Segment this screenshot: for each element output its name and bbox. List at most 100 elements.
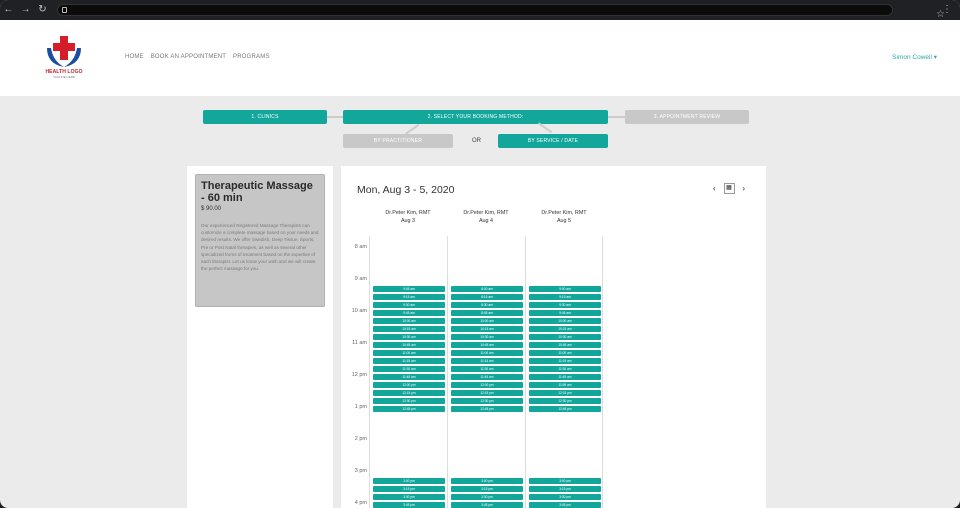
time-slot[interactable]: 11:30 am — [373, 366, 445, 373]
reload-icon[interactable]: ↻ — [34, 0, 51, 20]
time-slot[interactable]: 11:45 am — [373, 374, 445, 381]
time-slot[interactable]: 12:30 pm — [373, 398, 445, 405]
time-slot[interactable]: 3:15 pm — [529, 486, 601, 493]
prev-arrow-icon[interactable]: ‹ — [713, 184, 716, 193]
time-slot[interactable]: 9:30 am — [529, 302, 601, 309]
service-description: Our experienced Registered Massage Thera… — [201, 223, 319, 272]
time-slot[interactable]: 11:30 am — [529, 366, 601, 373]
nav-home[interactable]: HOME — [125, 54, 144, 60]
time-slot[interactable]: 9:00 am — [529, 286, 601, 293]
back-icon[interactable]: ← — [0, 0, 17, 20]
hour-label: 12 pm — [351, 372, 367, 378]
time-slot[interactable]: 9:15 am — [373, 294, 445, 301]
calendar-grid: 9:05 am 9:15 am 9:30 am 9:45 am 10:00 am 10:1… — [369, 236, 603, 508]
time-slot[interactable]: 3:30 pm — [529, 494, 601, 501]
time-slot[interactable]: 10:45 am — [529, 342, 601, 349]
time-slot[interactable]: 3:30 pm — [451, 494, 523, 501]
time-slot[interactable]: 10:45 am — [451, 342, 523, 349]
time-slot[interactable]: 3:30 pm — [373, 494, 445, 501]
logo-tagline: TAGLINE HERE — [53, 75, 75, 79]
time-slot[interactable]: 12:30 pm — [451, 398, 523, 405]
address-bar[interactable]: ☆ — [57, 4, 945, 20]
calendar-panel: Mon, Aug 3 - 5, 2020 ‹ ▦ › Dr.Peter Kim,… — [341, 166, 766, 508]
cross-hands-icon — [47, 36, 81, 67]
practitioner-name: Dr.Peter Kim, RMT — [541, 210, 587, 216]
time-slot[interactable]: 12:00 pm — [373, 382, 445, 389]
time-slot[interactable]: 10:15 am — [451, 326, 523, 333]
calendar-controls: ‹ ▦ › — [713, 182, 745, 194]
time-slot[interactable]: 11:45 am — [529, 374, 601, 381]
calendar-icon[interactable]: ▦ — [723, 182, 735, 194]
health-logo[interactable]: HEALTH LOGO TAGLINE HERE — [43, 34, 85, 84]
time-slot[interactable]: 3:00 pm — [529, 478, 601, 485]
time-slot[interactable]: 11:15 am — [451, 358, 523, 365]
step-connector — [608, 116, 625, 118]
time-slot[interactable]: 9:15 am — [529, 294, 601, 301]
time-slot[interactable]: 9:05 am — [373, 286, 445, 293]
user-name: Simon Cowell — [892, 54, 932, 61]
column-date: Aug 4 — [478, 218, 494, 225]
service-price: $ 90.00 — [201, 206, 222, 212]
time-slot[interactable]: 12:45 pm — [529, 406, 601, 413]
time-slot[interactable]: 10:30 am — [529, 334, 601, 341]
time-slot[interactable]: 11:15 am — [529, 358, 601, 365]
column-date: Aug 5 — [556, 218, 572, 225]
time-slot[interactable]: 11:00 am — [451, 350, 523, 357]
time-slot[interactable]: 12:15 pm — [529, 390, 601, 397]
time-slot[interactable]: 3:15 pm — [451, 486, 523, 493]
browser-toolbar: ← → ↻ ☆ ⋮ — [0, 0, 960, 20]
user-menu[interactable]: Simon Cowell ▾ — [892, 53, 937, 61]
time-slot[interactable]: 9:30 am — [373, 302, 445, 309]
time-slot[interactable]: 10:00 am — [451, 318, 523, 325]
nav-programs[interactable]: PROGRAMS — [233, 54, 270, 60]
time-slot[interactable]: 11:00 am — [373, 350, 445, 357]
time-slot[interactable]: 11:00 am — [529, 350, 601, 357]
time-slot[interactable]: 8:30 am — [451, 302, 523, 309]
time-slot[interactable]: 12:45 pm — [451, 406, 523, 413]
time-slot[interactable]: 3:15 pm — [373, 486, 445, 493]
time-slot[interactable]: 3:45 pm — [451, 502, 523, 508]
time-slot[interactable]: 11:59 am — [529, 382, 601, 389]
forward-icon[interactable]: → — [17, 0, 34, 20]
column-divider — [525, 236, 526, 508]
service-card[interactable]: Therapeutic Massage - 60 min $ 90.00 Our… — [195, 174, 325, 307]
time-slot[interactable]: 12:30 pm — [529, 398, 601, 405]
next-arrow-icon[interactable]: › — [742, 184, 745, 193]
time-slot[interactable]: 9:45 am — [373, 310, 445, 317]
time-slot[interactable]: 12:00 pm — [451, 382, 523, 389]
time-slot[interactable]: 10:15 am — [373, 326, 445, 333]
time-slot[interactable]: 11:45 am — [451, 374, 523, 381]
caret-down-icon: ▾ — [933, 54, 937, 61]
time-slot[interactable]: 12:45 pm — [373, 406, 445, 413]
time-slot[interactable]: 11:15 am — [373, 358, 445, 365]
time-slot[interactable]: 8:45 am — [451, 310, 523, 317]
or-label: OR — [472, 138, 481, 144]
step-appointment-review[interactable]: 3. APPOINTMENT REVIEW — [625, 110, 749, 124]
step-booking-method[interactable]: 2. SELECT YOUR BOOKING METHOD: — [343, 110, 608, 124]
time-slot[interactable]: 9:45 am — [529, 310, 601, 317]
time-slot[interactable]: 10:00 am — [529, 318, 601, 325]
time-slot[interactable]: 10:30 am — [451, 334, 523, 341]
time-slot[interactable]: 11:30 am — [451, 366, 523, 373]
browser-menu-icon[interactable]: ⋮ — [942, 3, 952, 17]
time-slot[interactable]: 10:15 am — [529, 326, 601, 333]
hour-label: 11 am — [352, 340, 367, 346]
time-slot[interactable]: 10:45 am — [373, 342, 445, 349]
time-slot[interactable]: 3:00 pm — [373, 478, 445, 485]
hour-label: 3 pm — [354, 468, 367, 474]
time-slot[interactable]: 12:15 pm — [451, 390, 523, 397]
practitioner-name: Dr.Peter Kim, RMT — [385, 210, 431, 216]
time-slot[interactable]: 10:00 am — [373, 318, 445, 325]
step-clinics[interactable]: 1. CLINICS — [203, 110, 327, 124]
by-service-date-button[interactable]: BY SERVICE / DATE — [498, 134, 608, 148]
time-slot[interactable]: 8:00 am — [451, 286, 523, 293]
time-slot[interactable]: 3:45 pm — [529, 502, 601, 508]
time-slot[interactable]: 12:15 pm — [373, 390, 445, 397]
time-slot[interactable]: 3:00 pm — [451, 478, 523, 485]
nav-book-appointment[interactable]: BOOK AN APPOINTMENT — [151, 54, 226, 60]
hour-label: 9 am — [354, 276, 367, 282]
time-slot[interactable]: 3:45 pm — [373, 502, 445, 508]
time-slot[interactable]: 10:30 am — [373, 334, 445, 341]
by-practitioner-button[interactable]: BY PRACTITIONER — [343, 134, 453, 148]
time-slot[interactable]: 8:15 am — [451, 294, 523, 301]
